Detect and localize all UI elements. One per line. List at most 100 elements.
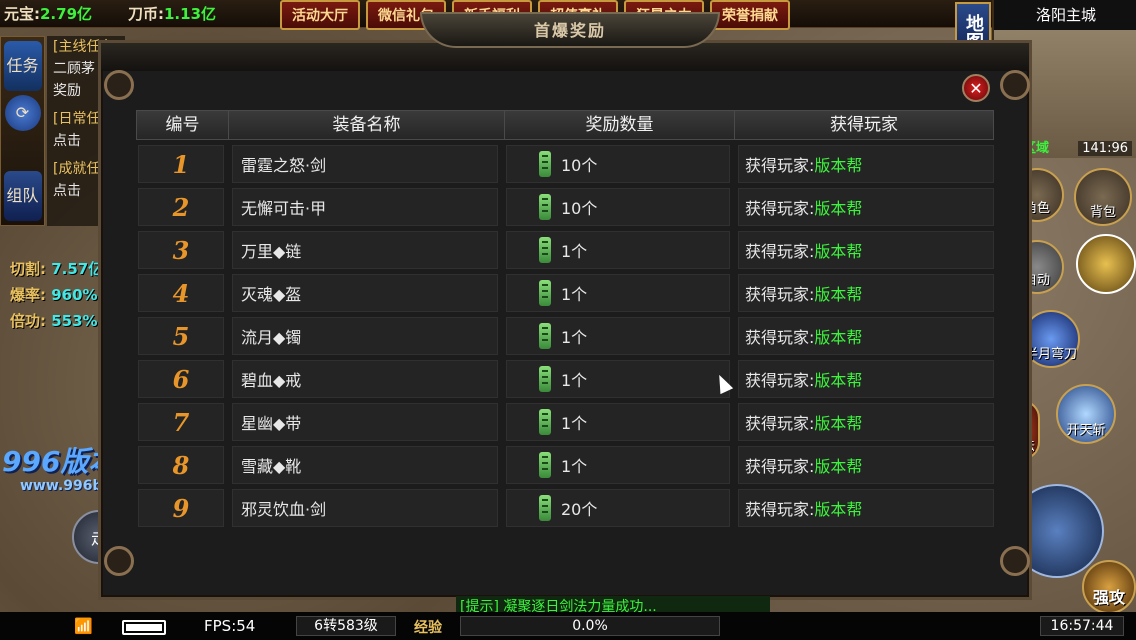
- player-prefix: 获得玩家:: [745, 242, 815, 261]
- yuanbao-label: 元宝:: [4, 5, 40, 23]
- player-name: 版本帮: [814, 199, 863, 218]
- left-sidebar: 任务 ⟳ 组队: [0, 36, 45, 226]
- corner-ornament-icon: [104, 70, 134, 100]
- player-cell: 获得玩家: 版本帮: [738, 274, 994, 312]
- tab-activity-hall[interactable]: 活动大厅: [280, 0, 360, 30]
- player-coordinates: 141:96: [1078, 141, 1132, 156]
- jade-token-icon: [539, 237, 551, 263]
- row-number: 9: [138, 489, 224, 527]
- equipment-name: 碧血◆戒: [232, 360, 498, 398]
- reward-qty: 1个: [561, 328, 588, 347]
- row-number: 5: [138, 317, 224, 355]
- close-icon[interactable]: ✕: [962, 74, 990, 102]
- jade-token-icon: [539, 409, 551, 435]
- header-number: 编号: [137, 111, 229, 139]
- equipment-name: 星幽◆带: [232, 403, 498, 441]
- stat-mult: 倍功: 553%: [10, 310, 103, 336]
- equipment-name: 雷霆之怒·剑: [232, 145, 498, 183]
- player-prefix: 获得玩家:: [745, 156, 815, 175]
- task-button[interactable]: 任务: [3, 41, 42, 91]
- jade-token-icon: [539, 194, 551, 220]
- player-prefix: 获得玩家:: [745, 199, 815, 218]
- header-equipment-name: 装备名称: [229, 111, 505, 139]
- reward-qty: 20个: [561, 500, 598, 519]
- level-display: 6转583级: [296, 616, 396, 636]
- equipment-name: 万里◆链: [232, 231, 498, 269]
- table-row: 1 雷霆之怒·剑 10个 获得玩家: 版本帮: [138, 145, 994, 183]
- table-row: 6 碧血◆戒 1个 获得玩家: 版本帮: [138, 360, 994, 398]
- daobi-label: 刀币:: [128, 5, 164, 23]
- corner-ornament-icon: [1000, 546, 1030, 576]
- player-prefix: 获得玩家:: [745, 371, 815, 390]
- player-cell: 获得玩家: 版本帮: [738, 317, 994, 355]
- corner-ornament-icon: [1000, 70, 1030, 100]
- row-number: 3: [138, 231, 224, 269]
- player-cell: 获得玩家: 版本帮: [738, 231, 994, 269]
- reward-qty-cell: 1个: [506, 403, 730, 441]
- reward-qty: 1个: [561, 242, 588, 261]
- player-name: 版本帮: [814, 371, 863, 390]
- row-number: 8: [138, 446, 224, 484]
- table-row: 3 万里◆链 1个 获得玩家: 版本帮: [138, 231, 994, 269]
- strong-attack-button[interactable]: 强攻: [1082, 560, 1136, 614]
- yuanbao-value: 2.79亿: [40, 5, 93, 23]
- header-reward-qty: 奖励数量: [505, 111, 735, 139]
- wifi-icon: 📶: [74, 617, 93, 635]
- reward-qty: 1个: [561, 457, 588, 476]
- player-prefix: 获得玩家:: [745, 500, 815, 519]
- reward-qty-cell: 1个: [506, 360, 730, 398]
- swap-icon[interactable]: ⟳: [4, 95, 41, 131]
- jade-token-icon: [539, 280, 551, 306]
- player-prefix: 获得玩家:: [745, 414, 815, 433]
- stat-drop: 爆率: 960%: [10, 284, 103, 310]
- xp-label: 经验: [414, 620, 442, 636]
- player-cell: 获得玩家: 版本帮: [738, 188, 994, 226]
- jade-token-icon: [539, 452, 551, 478]
- row-number: 4: [138, 274, 224, 312]
- equipment-name: 雪藏◆靴: [232, 446, 498, 484]
- stat-drop-label: 爆率:: [10, 286, 46, 304]
- jade-token-icon: [539, 366, 551, 392]
- dialog-title: 首爆奖励: [420, 12, 720, 48]
- player-cell: 获得玩家: 版本帮: [738, 446, 994, 484]
- equipment-name: 邪灵饮血·剑: [232, 489, 498, 527]
- location-name: 洛阳主城: [994, 0, 1136, 30]
- fps-display: FPS:54: [204, 617, 256, 635]
- player-name: 版本帮: [814, 328, 863, 347]
- player-name: 版本帮: [814, 414, 863, 433]
- stat-cut-label: 切割:: [10, 260, 46, 278]
- equipment-name: 流月◆镯: [232, 317, 498, 355]
- row-number: 1: [138, 145, 224, 183]
- player-prefix: 获得玩家:: [745, 457, 815, 476]
- clock-display: 16:57:44: [1040, 616, 1124, 636]
- reward-qty: 10个: [561, 199, 598, 218]
- player-name: 版本帮: [814, 500, 863, 519]
- team-button[interactable]: 组队: [3, 171, 42, 221]
- player-cell: 获得玩家: 版本帮: [738, 403, 994, 441]
- player-name: 版本帮: [814, 156, 863, 175]
- player-name: 版本帮: [814, 285, 863, 304]
- corner-ornament-icon: [104, 546, 134, 576]
- skill-sky-split[interactable]: 开天斩: [1056, 384, 1116, 444]
- bag-button[interactable]: 背包: [1074, 168, 1132, 226]
- table-row: 4 灭魂◆盔 1个 获得玩家: 版本帮: [138, 274, 994, 312]
- stat-cut: 切割: 7.57亿: [10, 258, 103, 284]
- reward-qty: 1个: [561, 285, 588, 304]
- table-row: 2 无懈可击·甲 10个 获得玩家: 版本帮: [138, 188, 994, 226]
- battery-icon: [122, 620, 166, 635]
- tab-honor-donate[interactable]: 荣誉捐献: [710, 0, 790, 30]
- equipment-name: 灭魂◆盔: [232, 274, 498, 312]
- stat-mult-value: 553%: [51, 312, 98, 330]
- player-name: 版本帮: [814, 242, 863, 261]
- yuanbao-display: 元宝:2.79亿: [4, 3, 92, 24]
- player-cell: 获得玩家: 版本帮: [738, 360, 994, 398]
- daobi-value: 1.13亿: [164, 5, 217, 23]
- reward-qty: 10个: [561, 156, 598, 175]
- header-player: 获得玩家: [830, 115, 898, 135]
- reward-qty-cell: 1个: [506, 274, 730, 312]
- player-prefix: 获得玩家:: [745, 328, 815, 347]
- row-number: 7: [138, 403, 224, 441]
- daobi-display: 刀币:1.13亿: [128, 3, 216, 24]
- menu-grid-icon[interactable]: [1076, 234, 1136, 294]
- reward-qty: 1个: [561, 371, 588, 390]
